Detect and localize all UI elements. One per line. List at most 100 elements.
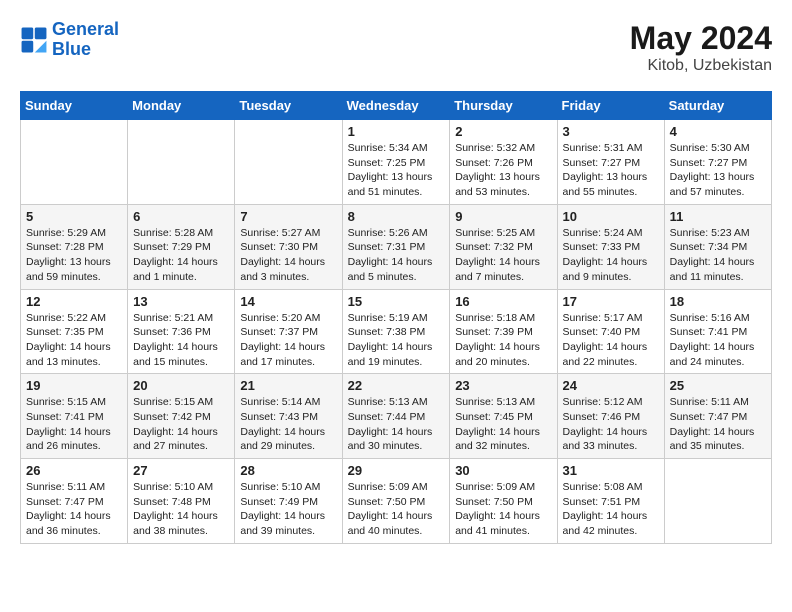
- calendar-cell: 9Sunrise: 5:25 AMSunset: 7:32 PMDaylight…: [450, 204, 557, 289]
- day-info: Sunrise: 5:10 AMSunset: 7:49 PMDaylight:…: [240, 480, 336, 539]
- day-info: Sunrise: 5:09 AMSunset: 7:50 PMDaylight:…: [348, 480, 445, 539]
- calendar-cell: 3 Sunrise: 5:31 AMSunset: 7:27 PMDaylight…: [557, 120, 664, 205]
- calendar-cell: 26 Sunrise: 5:11 AMSunset: 7:47 PMDayligh…: [21, 459, 128, 544]
- calendar-week-row: 19 Sunrise: 5:15 AMSunset: 7:41 PMDayligh…: [21, 374, 772, 459]
- logo: General Blue: [20, 20, 119, 60]
- calendar-cell: 19 Sunrise: 5:15 AMSunset: 7:41 PMDayligh…: [21, 374, 128, 459]
- day-number: 11: [670, 209, 766, 224]
- calendar-cell: 21 Sunrise: 5:14 AMSunset: 7:43 PMDayligh…: [235, 374, 342, 459]
- calendar-cell: 6 Sunrise: 5:28 AMSunset: 7:29 PMDaylight…: [128, 204, 235, 289]
- day-number: 27: [133, 463, 229, 478]
- day-info: Sunrise: 5:11 AMSunset: 7:47 PMDaylight:…: [26, 480, 122, 539]
- calendar-week-row: 12Sunrise: 5:22 AMSunset: 7:35 PMDayligh…: [21, 289, 772, 374]
- day-info: Sunrise: 5:32 AMSunset: 7:26 PMDaylight:…: [455, 141, 551, 200]
- calendar-cell: 29Sunrise: 5:09 AMSunset: 7:50 PMDayligh…: [342, 459, 450, 544]
- calendar-cell: 13Sunrise: 5:21 AMSunset: 7:36 PMDayligh…: [128, 289, 235, 374]
- calendar-cell: 25 Sunrise: 5:11 AMSunset: 7:47 PMDayligh…: [664, 374, 771, 459]
- day-info: Sunrise: 5:20 AMSunset: 7:37 PMDaylight:…: [240, 311, 336, 370]
- calendar-cell: 17 Sunrise: 5:17 AMSunset: 7:40 PMDayligh…: [557, 289, 664, 374]
- day-info: Sunrise: 5:30 AMSunset: 7:27 PMDaylight:…: [670, 141, 766, 200]
- day-info: Sunrise: 5:29 AMSunset: 7:28 PMDaylight:…: [26, 226, 122, 285]
- day-number: 31: [563, 463, 659, 478]
- calendar-cell: 10 Sunrise: 5:24 AMSunset: 7:33 PMDayligh…: [557, 204, 664, 289]
- day-info: Sunrise: 5:16 AMSunset: 7:41 PMDaylight:…: [670, 311, 766, 370]
- month-year: May 2024: [630, 20, 772, 57]
- day-number: 3: [563, 124, 659, 139]
- day-number: 18: [670, 294, 766, 309]
- calendar-header-row: Sunday Monday Tuesday Wednesday Thursday…: [21, 92, 772, 120]
- day-number: 25: [670, 378, 766, 393]
- day-number: 12: [26, 294, 122, 309]
- day-number: 1: [348, 124, 445, 139]
- day-info: Sunrise: 5:15 AMSunset: 7:41 PMDaylight:…: [26, 395, 122, 454]
- calendar-cell: 30Sunrise: 5:09 AMSunset: 7:50 PMDayligh…: [450, 459, 557, 544]
- logo-blue: Blue: [52, 40, 119, 60]
- day-info: Sunrise: 5:17 AMSunset: 7:40 PMDaylight:…: [563, 311, 659, 370]
- day-info: Sunrise: 5:14 AMSunset: 7:43 PMDaylight:…: [240, 395, 336, 454]
- location: Kitob, Uzbekistan: [630, 57, 772, 75]
- day-number: 15: [348, 294, 445, 309]
- col-tuesday: Tuesday: [235, 92, 342, 120]
- calendar-cell: 28 Sunrise: 5:10 AMSunset: 7:49 PMDayligh…: [235, 459, 342, 544]
- day-number: 23: [455, 378, 551, 393]
- day-number: 10: [563, 209, 659, 224]
- day-info: Sunrise: 5:26 AMSunset: 7:31 PMDaylight:…: [348, 226, 445, 285]
- day-number: 17: [563, 294, 659, 309]
- day-number: 24: [563, 378, 659, 393]
- calendar-cell: 2 Sunrise: 5:32 AMSunset: 7:26 PMDaylight…: [450, 120, 557, 205]
- logo-general: General: [52, 20, 119, 40]
- calendar-cell: [664, 459, 771, 544]
- calendar-table: Sunday Monday Tuesday Wednesday Thursday…: [20, 91, 772, 544]
- day-info: Sunrise: 5:10 AMSunset: 7:48 PMDaylight:…: [133, 480, 229, 539]
- day-info: Sunrise: 5:08 AMSunset: 7:51 PMDaylight:…: [563, 480, 659, 539]
- calendar-cell: 24 Sunrise: 5:12 AMSunset: 7:46 PMDayligh…: [557, 374, 664, 459]
- day-info: Sunrise: 5:11 AMSunset: 7:47 PMDaylight:…: [670, 395, 766, 454]
- calendar-week-row: 1Sunrise: 5:34 AMSunset: 7:25 PMDaylight…: [21, 120, 772, 205]
- calendar-cell: [128, 120, 235, 205]
- calendar-week-row: 26 Sunrise: 5:11 AMSunset: 7:47 PMDayligh…: [21, 459, 772, 544]
- day-number: 9: [455, 209, 551, 224]
- calendar-week-row: 5Sunrise: 5:29 AMSunset: 7:28 PMDaylight…: [21, 204, 772, 289]
- day-number: 14: [240, 294, 336, 309]
- day-number: 26: [26, 463, 122, 478]
- calendar-cell: [235, 120, 342, 205]
- day-number: 22: [348, 378, 445, 393]
- calendar-cell: 5Sunrise: 5:29 AMSunset: 7:28 PMDaylight…: [21, 204, 128, 289]
- day-info: Sunrise: 5:24 AMSunset: 7:33 PMDaylight:…: [563, 226, 659, 285]
- calendar-cell: 27 Sunrise: 5:10 AMSunset: 7:48 PMDayligh…: [128, 459, 235, 544]
- calendar-cell: 11Sunrise: 5:23 AMSunset: 7:34 PMDayligh…: [664, 204, 771, 289]
- calendar-cell: 31 Sunrise: 5:08 AMSunset: 7:51 PMDayligh…: [557, 459, 664, 544]
- calendar-cell: 18 Sunrise: 5:16 AMSunset: 7:41 PMDayligh…: [664, 289, 771, 374]
- col-thursday: Thursday: [450, 92, 557, 120]
- day-number: 19: [26, 378, 122, 393]
- day-number: 28: [240, 463, 336, 478]
- day-info: Sunrise: 5:09 AMSunset: 7:50 PMDaylight:…: [455, 480, 551, 539]
- calendar-cell: 8Sunrise: 5:26 AMSunset: 7:31 PMDaylight…: [342, 204, 450, 289]
- day-info: Sunrise: 5:27 AMSunset: 7:30 PMDaylight:…: [240, 226, 336, 285]
- day-number: 6: [133, 209, 229, 224]
- day-info: Sunrise: 5:15 AMSunset: 7:42 PMDaylight:…: [133, 395, 229, 454]
- calendar-cell: 4 Sunrise: 5:30 AMSunset: 7:27 PMDaylight…: [664, 120, 771, 205]
- day-info: Sunrise: 5:18 AMSunset: 7:39 PMDaylight:…: [455, 311, 551, 370]
- col-monday: Monday: [128, 92, 235, 120]
- day-info: Sunrise: 5:31 AMSunset: 7:27 PMDaylight:…: [563, 141, 659, 200]
- day-info: Sunrise: 5:12 AMSunset: 7:46 PMDaylight:…: [563, 395, 659, 454]
- day-info: Sunrise: 5:19 AMSunset: 7:38 PMDaylight:…: [348, 311, 445, 370]
- calendar-cell: [21, 120, 128, 205]
- calendar-cell: 22 Sunrise: 5:13 AMSunset: 7:44 PMDayligh…: [342, 374, 450, 459]
- day-info: Sunrise: 5:28 AMSunset: 7:29 PMDaylight:…: [133, 226, 229, 285]
- calendar-cell: 7 Sunrise: 5:27 AMSunset: 7:30 PMDaylight…: [235, 204, 342, 289]
- day-info: Sunrise: 5:13 AMSunset: 7:45 PMDaylight:…: [455, 395, 551, 454]
- day-number: 2: [455, 124, 551, 139]
- col-friday: Friday: [557, 92, 664, 120]
- day-number: 7: [240, 209, 336, 224]
- title-block: May 2024 Kitob, Uzbekistan: [630, 20, 772, 75]
- col-wednesday: Wednesday: [342, 92, 450, 120]
- day-info: Sunrise: 5:13 AMSunset: 7:44 PMDaylight:…: [348, 395, 445, 454]
- page-header: General Blue May 2024 Kitob, Uzbekistan: [20, 20, 772, 75]
- logo-icon: [20, 26, 48, 54]
- day-number: 16: [455, 294, 551, 309]
- day-number: 20: [133, 378, 229, 393]
- day-number: 21: [240, 378, 336, 393]
- day-number: 4: [670, 124, 766, 139]
